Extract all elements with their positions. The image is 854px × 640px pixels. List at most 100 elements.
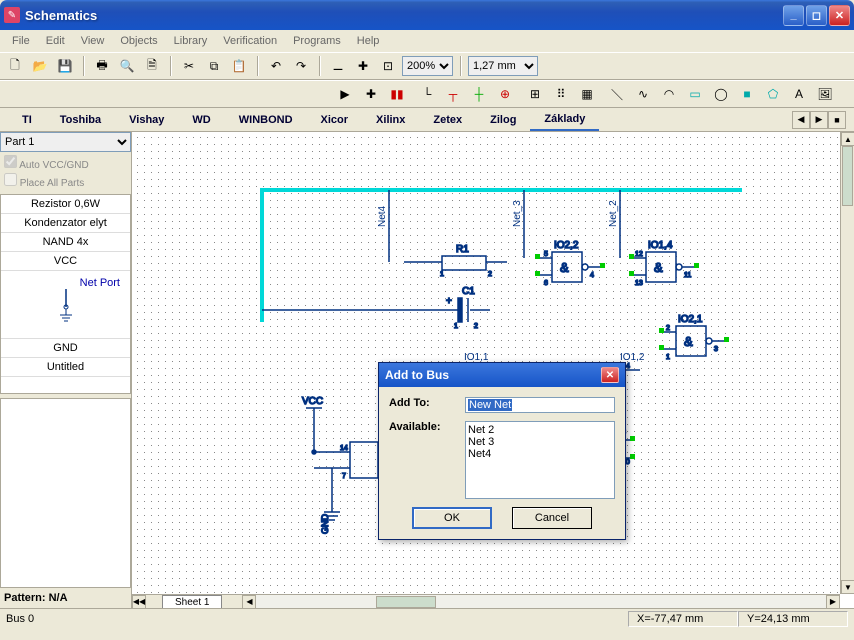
maximize-button[interactable]: ◻: [806, 5, 827, 26]
tab-scroll-end[interactable]: ■: [828, 111, 846, 129]
table-icon[interactable]: ▦: [576, 83, 598, 105]
wire-t-icon[interactable]: ┬: [442, 83, 464, 105]
zoom-select[interactable]: 200%: [402, 56, 453, 76]
status-x: X=-77,47 mm: [628, 611, 738, 627]
arc-icon[interactable]: ◠: [658, 83, 680, 105]
menu-library[interactable]: Library: [166, 32, 216, 50]
svg-text:Net_2: Net_2: [608, 200, 619, 227]
component-preview: [0, 398, 131, 588]
grid-icon[interactable]: ⊞: [524, 83, 546, 105]
list-item-untitled[interactable]: Untitled: [1, 358, 130, 377]
svg-text:&: &: [654, 260, 663, 275]
hscroll-track[interactable]: [256, 595, 826, 609]
dots-icon[interactable]: ⠿: [550, 83, 572, 105]
list-item-kondenzator[interactable]: Kondenzator elyt: [1, 214, 130, 233]
save-icon[interactable]: 💾: [54, 55, 76, 77]
pointer-icon[interactable]: ▶: [334, 83, 356, 105]
text-icon[interactable]: A: [788, 83, 810, 105]
tab-scroll-left[interactable]: ◀: [792, 111, 810, 129]
tab-xicor[interactable]: Xicor: [307, 110, 363, 130]
dialog-titlebar[interactable]: Add to Bus ✕: [379, 363, 625, 387]
zoom-fit-icon[interactable]: ⊡: [377, 55, 399, 77]
menu-objects[interactable]: Objects: [112, 32, 165, 50]
scroll-down-icon[interactable]: ▼: [841, 580, 854, 594]
minimize-button[interactable]: _: [783, 5, 804, 26]
scroll-up-icon[interactable]: ▲: [841, 132, 854, 146]
menu-verification[interactable]: Verification: [215, 32, 285, 50]
ellipse-icon[interactable]: ◯: [710, 83, 732, 105]
menu-edit[interactable]: Edit: [38, 32, 73, 50]
image-icon[interactable]: 🖼: [814, 83, 836, 105]
available-list[interactable]: Net 2 Net 3 Net4: [465, 421, 615, 499]
tab-winbond[interactable]: WINBOND: [225, 110, 307, 130]
list-item-nand[interactable]: NAND 4x: [1, 233, 130, 252]
tab-wd[interactable]: WD: [178, 110, 224, 130]
new-icon[interactable]: 🗋: [4, 55, 26, 77]
svg-text:&: &: [684, 334, 693, 349]
tab-zilog[interactable]: Zilog: [476, 110, 530, 130]
fill-rect-icon[interactable]: ■: [736, 83, 758, 105]
line-icon[interactable]: ＼: [606, 83, 628, 105]
toolbar-separator: [170, 56, 171, 76]
tab-scroll-right[interactable]: ▶: [810, 111, 828, 129]
tab-vishay[interactable]: Vishay: [115, 110, 178, 130]
redo-icon[interactable]: ↷: [290, 55, 312, 77]
polygon-icon[interactable]: ⬠: [762, 83, 784, 105]
left-panel: Part 1 Auto VCC/GND Place All Parts Rezi…: [0, 132, 132, 608]
dialog-close-button[interactable]: ✕: [601, 367, 619, 383]
sheet-prev-icon[interactable]: ◀◀: [132, 595, 146, 609]
tab-zetex[interactable]: Zetex: [419, 110, 476, 130]
tab-xilinx[interactable]: Xilinx: [362, 110, 419, 130]
cut-icon[interactable]: ✂: [178, 55, 200, 77]
list-item-gnd[interactable]: GND: [1, 339, 130, 358]
close-button[interactable]: ✕: [829, 5, 850, 26]
available-item[interactable]: Net 3: [468, 436, 612, 448]
svg-text:5: 5: [544, 251, 548, 258]
svg-text:1: 1: [440, 271, 444, 278]
list-item-netport[interactable]: Net Port: [1, 271, 130, 339]
scroll-left-icon[interactable]: ◀: [242, 595, 256, 609]
bus-tool-icon[interactable]: ▮▮: [386, 83, 408, 105]
add-to-bus-dialog: Add to Bus ✕ Add To: New Net Available: …: [378, 362, 626, 540]
rect-icon[interactable]: ▭: [684, 83, 706, 105]
node-icon[interactable]: ┼: [468, 83, 490, 105]
copy-icon[interactable]: ⧉: [203, 55, 225, 77]
add-part-icon[interactable]: ✚: [360, 83, 382, 105]
print-icon[interactable]: 🖶: [91, 55, 113, 77]
list-item-rezistor[interactable]: Rezistor 0,6W: [1, 195, 130, 214]
menu-view[interactable]: View: [73, 32, 113, 50]
menu-help[interactable]: Help: [349, 32, 388, 50]
tab-zaklady[interactable]: Základy: [530, 109, 599, 131]
opt-auto-vcc-gnd[interactable]: Auto VCC/GND: [4, 155, 127, 171]
scrollbar-thumb[interactable]: [842, 146, 853, 206]
paste-icon[interactable]: 📋: [228, 55, 250, 77]
scroll-right-icon[interactable]: ▶: [826, 595, 840, 609]
properties-icon[interactable]: 🗎: [141, 55, 163, 77]
list-item-vcc[interactable]: VCC: [1, 252, 130, 271]
cancel-button[interactable]: Cancel: [512, 507, 592, 529]
hscroll-thumb[interactable]: [376, 596, 436, 608]
polyline-icon[interactable]: ∿: [632, 83, 654, 105]
zoom-in-icon[interactable]: ✚: [352, 55, 374, 77]
net-icon[interactable]: ⊕: [494, 83, 516, 105]
tab-toshiba[interactable]: Toshiba: [46, 110, 115, 130]
netport-icon: [54, 289, 78, 323]
add-to-input[interactable]: New Net: [465, 397, 615, 413]
undo-icon[interactable]: ↶: [265, 55, 287, 77]
print-preview-icon[interactable]: 🔍: [116, 55, 138, 77]
ok-button[interactable]: OK: [412, 507, 492, 529]
tab-ti[interactable]: TI: [8, 110, 46, 130]
opt-place-all-parts[interactable]: Place All Parts: [4, 173, 127, 189]
available-item[interactable]: Net 2: [468, 424, 612, 436]
svg-text:IO2,2: IO2,2: [554, 240, 579, 251]
vertical-scrollbar[interactable]: ▲ ▼: [840, 132, 854, 594]
grid-select[interactable]: 1,27 mm: [468, 56, 538, 76]
zoom-out-icon[interactable]: ⚊: [327, 55, 349, 77]
menu-file[interactable]: File: [4, 32, 38, 50]
sheet-tab[interactable]: Sheet 1: [162, 595, 222, 609]
menu-programs[interactable]: Programs: [285, 32, 349, 50]
available-item[interactable]: Net4: [468, 448, 612, 460]
part-selector[interactable]: Part 1: [0, 132, 131, 152]
open-icon[interactable]: 📂: [29, 55, 51, 77]
wire-l-icon[interactable]: └: [416, 83, 438, 105]
